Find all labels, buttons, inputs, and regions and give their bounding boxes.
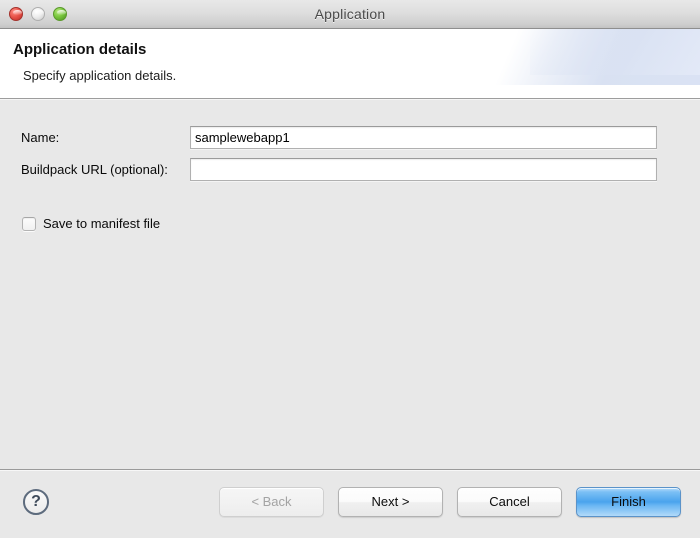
help-icon[interactable]: ? — [23, 489, 49, 515]
page-subtitle: Specify application details. — [23, 68, 176, 83]
cancel-button[interactable]: Cancel — [457, 487, 562, 517]
finish-button[interactable]: Finish — [576, 487, 681, 517]
header-banner-graphic — [370, 29, 700, 85]
next-button[interactable]: Next > — [338, 487, 443, 517]
close-button[interactable] — [9, 7, 23, 21]
form-row-buildpack-url: Buildpack URL (optional): — [0, 157, 700, 181]
title-bar: Application — [0, 0, 700, 29]
window-controls — [9, 7, 67, 21]
back-button[interactable]: < Back — [219, 487, 324, 517]
form-row-name: Name: — [0, 125, 700, 149]
save-to-manifest-label: Save to manifest file — [43, 216, 160, 231]
window-title: Application — [0, 6, 700, 22]
form-fields: Name: Buildpack URL (optional): — [0, 125, 700, 189]
wizard-buttons: < Back Next > Cancel Finish — [219, 487, 681, 517]
dialog-button-bar: ? < Back Next > Cancel Finish — [0, 470, 700, 538]
page-title: Application details — [13, 41, 146, 58]
application-dialog-window: Application Application details Specify … — [0, 0, 700, 538]
save-to-manifest-checkbox-row[interactable]: Save to manifest file — [22, 216, 160, 231]
minimize-button[interactable] — [31, 7, 45, 21]
buildpack-url-input[interactable] — [190, 158, 657, 181]
wizard-header: Application details Specify application … — [0, 29, 700, 99]
name-input[interactable] — [190, 126, 657, 149]
name-label: Name: — [0, 130, 190, 145]
save-to-manifest-checkbox[interactable] — [22, 217, 36, 231]
form-content-area: Name: Buildpack URL (optional): Save to … — [0, 99, 700, 470]
buildpack-url-label: Buildpack URL (optional): — [0, 162, 190, 177]
zoom-button[interactable] — [53, 7, 67, 21]
